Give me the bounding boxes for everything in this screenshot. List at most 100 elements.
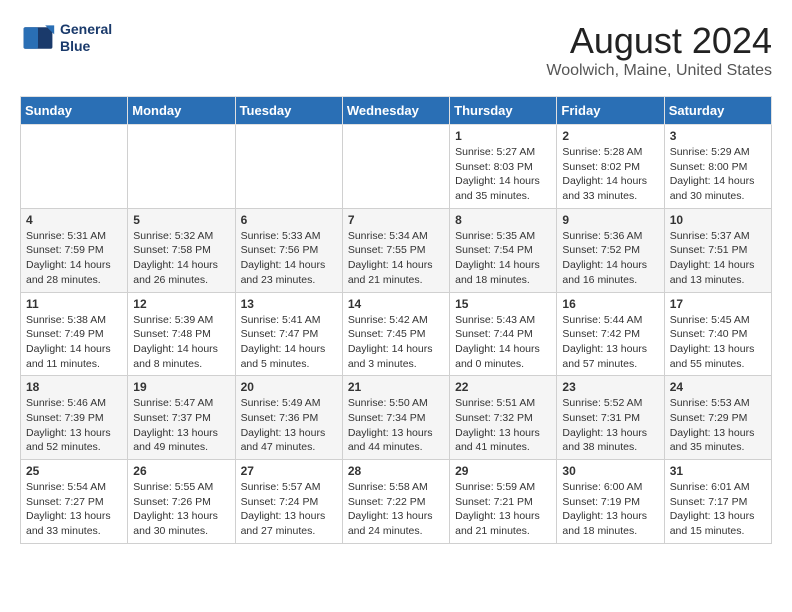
day-info: Sunrise: 5:57 AM Sunset: 7:24 PM Dayligh… xyxy=(241,480,337,539)
logo-text: General Blue xyxy=(60,21,112,55)
day-number: 13 xyxy=(241,297,337,311)
day-number: 23 xyxy=(562,380,658,394)
day-info: Sunrise: 5:55 AM Sunset: 7:26 PM Dayligh… xyxy=(133,480,229,539)
day-number: 16 xyxy=(562,297,658,311)
header-day: Sunday xyxy=(21,97,128,125)
calendar-day-cell: 21Sunrise: 5:50 AM Sunset: 7:34 PM Dayli… xyxy=(342,376,449,460)
main-title: August 2024 xyxy=(546,20,772,62)
day-number: 17 xyxy=(670,297,766,311)
calendar-day-cell: 20Sunrise: 5:49 AM Sunset: 7:36 PM Dayli… xyxy=(235,376,342,460)
day-info: Sunrise: 5:39 AM Sunset: 7:48 PM Dayligh… xyxy=(133,313,229,372)
header-day: Monday xyxy=(128,97,235,125)
day-number: 31 xyxy=(670,464,766,478)
day-number: 9 xyxy=(562,213,658,227)
day-info: Sunrise: 5:32 AM Sunset: 7:58 PM Dayligh… xyxy=(133,229,229,288)
day-info: Sunrise: 5:43 AM Sunset: 7:44 PM Dayligh… xyxy=(455,313,551,372)
header-row: SundayMondayTuesdayWednesdayThursdayFrid… xyxy=(21,97,772,125)
day-info: Sunrise: 5:34 AM Sunset: 7:55 PM Dayligh… xyxy=(348,229,444,288)
day-number: 28 xyxy=(348,464,444,478)
header-day: Friday xyxy=(557,97,664,125)
day-number: 14 xyxy=(348,297,444,311)
calendar-day-cell: 26Sunrise: 5:55 AM Sunset: 7:26 PM Dayli… xyxy=(128,460,235,544)
calendar-week-row: 25 Sunrise: 5:54 AM Sunset: 7:27 PM Dayli… xyxy=(21,460,772,544)
page-header: General Blue August 2024 Woolwich, Maine… xyxy=(20,20,772,80)
header-day: Tuesday xyxy=(235,97,342,125)
calendar-week-row: 18 Sunrise: 5:46 AM Sunset: 7:39 PM Dayli… xyxy=(21,376,772,460)
day-info: Sunrise: 5:54 AM Sunset: 7:27 PM Dayligh… xyxy=(26,480,122,539)
day-info: Sunrise: 6:01 AM Sunset: 7:17 PM Dayligh… xyxy=(670,480,766,539)
subtitle: Woolwich, Maine, United States xyxy=(546,62,772,80)
day-info: Sunrise: 5:33 AM Sunset: 7:56 PM Dayligh… xyxy=(241,229,337,288)
day-number: 15 xyxy=(455,297,551,311)
day-info: Sunrise: 5:52 AM Sunset: 7:31 PM Dayligh… xyxy=(562,396,658,455)
day-number: 12 xyxy=(133,297,229,311)
calendar-week-row: 11Sunrise: 5:38 AM Sunset: 7:49 PM Dayli… xyxy=(21,292,772,376)
calendar-day-cell: 10 Sunrise: 5:37 AM Sunset: 7:51 PM Dayli… xyxy=(664,208,771,292)
day-info: Sunrise: 5:53 AM Sunset: 7:29 PM Dayligh… xyxy=(670,396,766,455)
day-info: Sunrise: 5:44 AM Sunset: 7:42 PM Dayligh… xyxy=(562,313,658,372)
logo: General Blue xyxy=(20,20,112,56)
day-info: Sunrise: 5:41 AM Sunset: 7:47 PM Dayligh… xyxy=(241,313,337,372)
calendar-day-cell: 1Sunrise: 5:27 AM Sunset: 8:03 PM Daylig… xyxy=(450,125,557,209)
calendar-table: SundayMondayTuesdayWednesdayThursdayFrid… xyxy=(20,96,772,544)
calendar-day-cell: 13 Sunrise: 5:41 AM Sunset: 7:47 PM Dayli… xyxy=(235,292,342,376)
day-info: Sunrise: 6:00 AM Sunset: 7:19 PM Dayligh… xyxy=(562,480,658,539)
calendar-header: SundayMondayTuesdayWednesdayThursdayFrid… xyxy=(21,97,772,125)
title-section: August 2024 Woolwich, Maine, United Stat… xyxy=(546,20,772,80)
day-info: Sunrise: 5:45 AM Sunset: 7:40 PM Dayligh… xyxy=(670,313,766,372)
calendar-day-cell: 2 Sunrise: 5:28 AM Sunset: 8:02 PM Daylig… xyxy=(557,125,664,209)
calendar-day-cell: 14 Sunrise: 5:42 AM Sunset: 7:45 PM Dayli… xyxy=(342,292,449,376)
day-info: Sunrise: 5:28 AM Sunset: 8:02 PM Dayligh… xyxy=(562,145,658,204)
day-info: Sunrise: 5:38 AM Sunset: 7:49 PM Dayligh… xyxy=(26,313,122,372)
day-number: 6 xyxy=(241,213,337,227)
header-day: Thursday xyxy=(450,97,557,125)
calendar-day-cell: 12 Sunrise: 5:39 AM Sunset: 7:48 PM Dayli… xyxy=(128,292,235,376)
calendar-day-cell: 23 Sunrise: 5:52 AM Sunset: 7:31 PM Dayli… xyxy=(557,376,664,460)
day-info: Sunrise: 5:46 AM Sunset: 7:39 PM Dayligh… xyxy=(26,396,122,455)
day-info: Sunrise: 5:29 AM Sunset: 8:00 PM Dayligh… xyxy=(670,145,766,204)
calendar-day-cell: 16 Sunrise: 5:44 AM Sunset: 7:42 PM Dayli… xyxy=(557,292,664,376)
calendar-day-cell: 17 Sunrise: 5:45 AM Sunset: 7:40 PM Dayli… xyxy=(664,292,771,376)
calendar-day-cell: 24Sunrise: 5:53 AM Sunset: 7:29 PM Dayli… xyxy=(664,376,771,460)
calendar-day-cell: 3 Sunrise: 5:29 AM Sunset: 8:00 PM Daylig… xyxy=(664,125,771,209)
day-number: 3 xyxy=(670,129,766,143)
day-number: 4 xyxy=(26,213,122,227)
calendar-day-cell: 30Sunrise: 6:00 AM Sunset: 7:19 PM Dayli… xyxy=(557,460,664,544)
calendar-day-cell: 8Sunrise: 5:35 AM Sunset: 7:54 PM Daylig… xyxy=(450,208,557,292)
day-info: Sunrise: 5:36 AM Sunset: 7:52 PM Dayligh… xyxy=(562,229,658,288)
header-day: Wednesday xyxy=(342,97,449,125)
day-number: 21 xyxy=(348,380,444,394)
day-number: 29 xyxy=(455,464,551,478)
calendar-day-cell: 19 Sunrise: 5:47 AM Sunset: 7:37 PM Dayli… xyxy=(128,376,235,460)
calendar-day-cell xyxy=(128,125,235,209)
calendar-day-cell: 4 Sunrise: 5:31 AM Sunset: 7:59 PM Daylig… xyxy=(21,208,128,292)
calendar-day-cell: 9 Sunrise: 5:36 AM Sunset: 7:52 PM Daylig… xyxy=(557,208,664,292)
day-info: Sunrise: 5:47 AM Sunset: 7:37 PM Dayligh… xyxy=(133,396,229,455)
day-number: 19 xyxy=(133,380,229,394)
day-number: 18 xyxy=(26,380,122,394)
calendar-body: 1Sunrise: 5:27 AM Sunset: 8:03 PM Daylig… xyxy=(21,125,772,544)
day-number: 1 xyxy=(455,129,551,143)
calendar-day-cell: 5Sunrise: 5:32 AM Sunset: 7:58 PM Daylig… xyxy=(128,208,235,292)
calendar-day-cell: 7 Sunrise: 5:34 AM Sunset: 7:55 PM Daylig… xyxy=(342,208,449,292)
day-info: Sunrise: 5:31 AM Sunset: 7:59 PM Dayligh… xyxy=(26,229,122,288)
calendar-day-cell xyxy=(235,125,342,209)
day-info: Sunrise: 5:49 AM Sunset: 7:36 PM Dayligh… xyxy=(241,396,337,455)
day-info: Sunrise: 5:59 AM Sunset: 7:21 PM Dayligh… xyxy=(455,480,551,539)
calendar-day-cell: 31 Sunrise: 6:01 AM Sunset: 7:17 PM Dayli… xyxy=(664,460,771,544)
day-number: 8 xyxy=(455,213,551,227)
logo-line2: Blue xyxy=(60,38,112,55)
day-info: Sunrise: 5:42 AM Sunset: 7:45 PM Dayligh… xyxy=(348,313,444,372)
day-number: 7 xyxy=(348,213,444,227)
calendar-day-cell xyxy=(21,125,128,209)
day-number: 25 xyxy=(26,464,122,478)
calendar-day-cell: 29 Sunrise: 5:59 AM Sunset: 7:21 PM Dayli… xyxy=(450,460,557,544)
calendar-day-cell: 6 Sunrise: 5:33 AM Sunset: 7:56 PM Daylig… xyxy=(235,208,342,292)
day-number: 2 xyxy=(562,129,658,143)
logo-icon xyxy=(20,20,56,56)
day-number: 10 xyxy=(670,213,766,227)
calendar-day-cell: 25 Sunrise: 5:54 AM Sunset: 7:27 PM Dayli… xyxy=(21,460,128,544)
calendar-day-cell: 27Sunrise: 5:57 AM Sunset: 7:24 PM Dayli… xyxy=(235,460,342,544)
header-day: Saturday xyxy=(664,97,771,125)
day-info: Sunrise: 5:37 AM Sunset: 7:51 PM Dayligh… xyxy=(670,229,766,288)
